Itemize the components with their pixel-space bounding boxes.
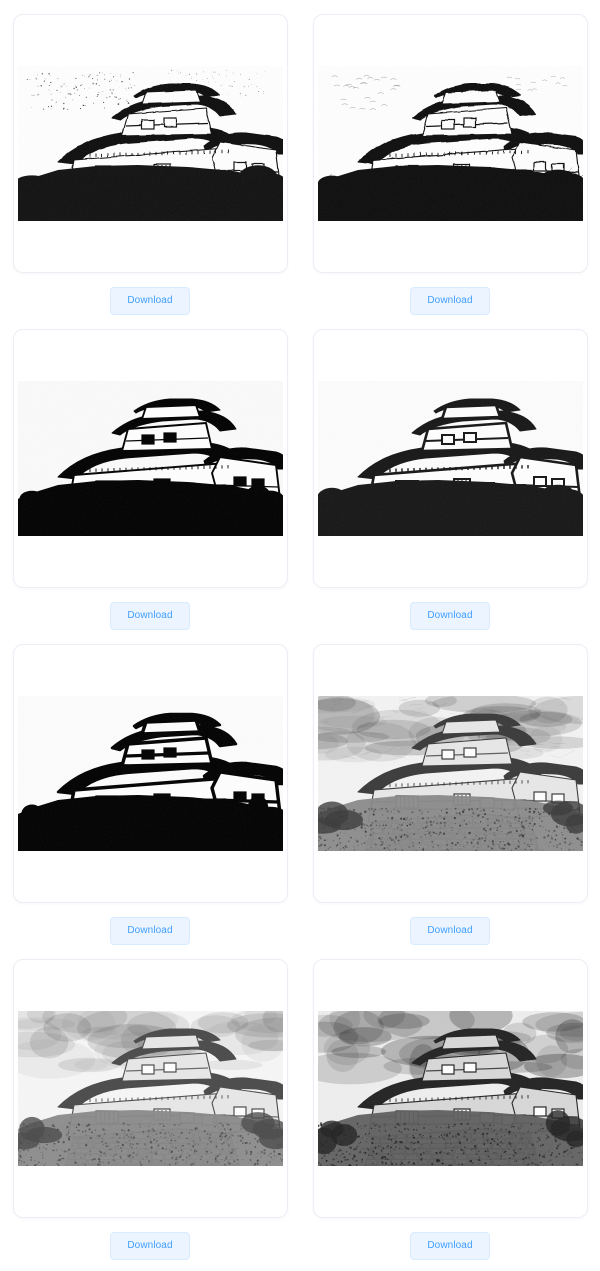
result-cell: Download (0, 0, 300, 315)
download-button-wrap: Download (300, 1232, 600, 1260)
castle-grayscale-contrast-thumbnail (317, 1011, 583, 1166)
castle-grayscale-light-thumbnail (17, 1011, 283, 1166)
castle-threshold-hard-thumbnail (17, 381, 283, 536)
castle-bold-outline-thumbnail (317, 381, 583, 536)
image-card (312, 329, 588, 588)
image-card (312, 959, 588, 1218)
result-cell: Download (300, 315, 600, 630)
image-card (12, 959, 288, 1218)
download-button-wrap: Download (0, 1232, 300, 1260)
download-button[interactable]: Download (110, 1232, 190, 1260)
castle-stipple-bw-thumbnail (17, 66, 283, 221)
download-button[interactable]: Download (410, 917, 490, 945)
castle-posterize-heavy-thumbnail (17, 696, 283, 851)
download-button-wrap: Download (0, 602, 300, 630)
download-button[interactable]: Download (110, 287, 190, 315)
results-grid: Download Download Download Download Download… (0, 0, 600, 1260)
castle-pencil-grayscale-thumbnail (317, 696, 583, 851)
result-cell: Download (300, 630, 600, 945)
image-card (12, 14, 288, 273)
result-cell: Download (300, 0, 600, 315)
result-cell: Download (0, 945, 300, 1260)
download-button-wrap: Download (0, 287, 300, 315)
download-button[interactable]: Download (110, 602, 190, 630)
result-cell: Download (300, 945, 600, 1260)
download-button-wrap: Download (300, 287, 600, 315)
castle-pen-sketch-thumbnail (317, 66, 583, 221)
result-cell: Download (0, 315, 300, 630)
download-button[interactable]: Download (410, 1232, 490, 1260)
download-button[interactable]: Download (410, 287, 490, 315)
download-button[interactable]: Download (410, 602, 490, 630)
image-card (312, 644, 588, 903)
download-button-wrap: Download (0, 917, 300, 945)
download-button-wrap: Download (300, 602, 600, 630)
image-card (12, 329, 288, 588)
download-button-wrap: Download (300, 917, 600, 945)
download-button[interactable]: Download (110, 917, 190, 945)
result-cell: Download (0, 630, 300, 945)
image-card (312, 14, 588, 273)
image-card (12, 644, 288, 903)
